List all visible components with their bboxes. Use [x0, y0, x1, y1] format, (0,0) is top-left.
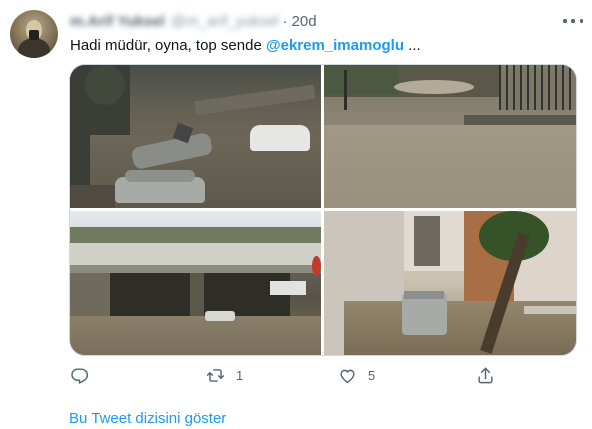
reply-icon [71, 367, 89, 384]
retweet-icon [206, 368, 225, 382]
media-photo-2[interactable] [324, 65, 576, 208]
media-photo-1[interactable] [70, 65, 321, 208]
reply-button[interactable] [70, 362, 100, 388]
tweet[interactable]: m.Arif Yuksel @m_arif_yuksel · 20d Hadi … [0, 0, 592, 429]
share-button[interactable] [476, 362, 495, 388]
author-handle[interactable]: @m_arif_yuksel [171, 13, 279, 30]
avatar[interactable] [10, 10, 58, 58]
show-thread-link[interactable]: Bu Tweet dizisini göster [69, 410, 226, 427]
tweet-ellipsis: ... [403, 37, 421, 54]
media-photo-3[interactable] [70, 211, 321, 355]
tweet-body: Hadi müdür, oyna, top sende [70, 37, 266, 54]
tweet-timestamp[interactable]: 20d [292, 13, 317, 30]
media-grid [69, 64, 577, 356]
like-count: 5 [368, 367, 376, 383]
tweet-text: Hadi müdür, oyna, top sende @ekrem_imamo… [70, 36, 421, 56]
tweet-header: m.Arif Yuksel @m_arif_yuksel · 20d [70, 11, 317, 31]
header-separator: · [282, 12, 288, 30]
share-icon [478, 367, 493, 383]
author-display-name[interactable]: m.Arif Yuksel [70, 13, 165, 30]
like-button[interactable]: 5 [338, 362, 375, 388]
mention-link[interactable]: @ekrem_imamoglu [266, 37, 404, 54]
media-photo-4[interactable] [324, 211, 576, 355]
more-icon[interactable] [563, 13, 583, 29]
heart-icon [340, 369, 355, 383]
action-bar: 1 5 [70, 362, 500, 388]
retweet-count: 1 [236, 367, 244, 383]
retweet-button[interactable]: 1 [206, 362, 243, 388]
